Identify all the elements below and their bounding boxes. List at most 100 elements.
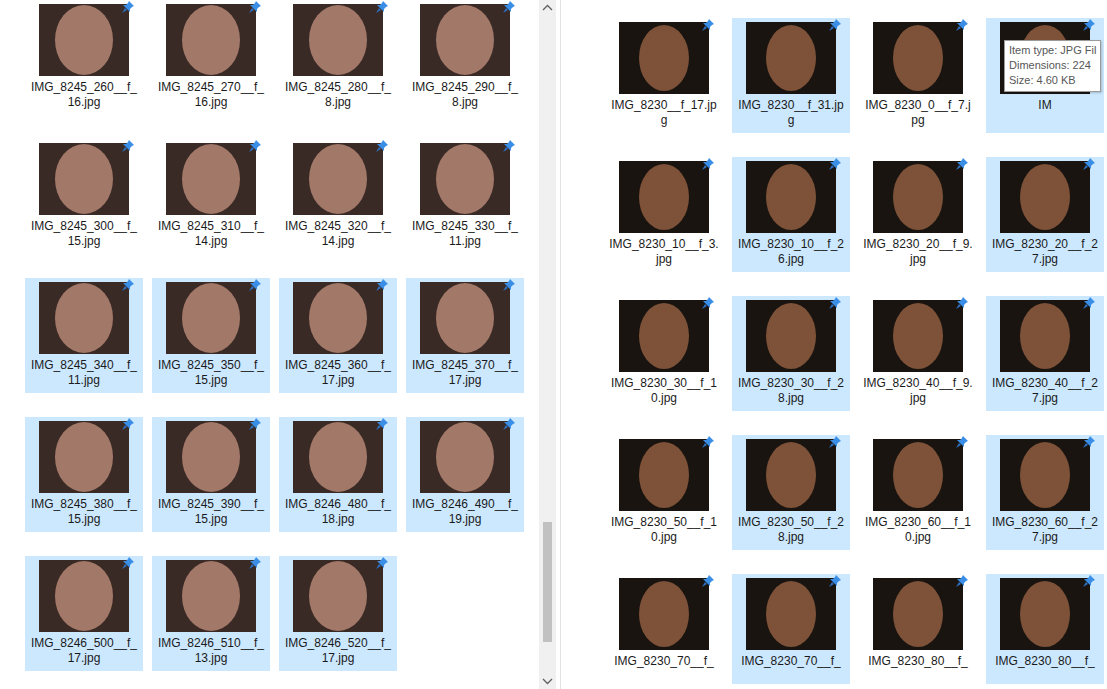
- file-item[interactable]: IMG_8245_280__f_8.jpg: [279, 0, 397, 115]
- pin-icon: [375, 139, 389, 153]
- file-item[interactable]: IMG_8245_300__f_15.jpg: [25, 139, 143, 254]
- pin-icon: [955, 574, 969, 588]
- file-item[interactable]: IMG_8230__f_17.jpg: [605, 18, 723, 133]
- face-photo: [746, 22, 836, 94]
- file-item[interactable]: IMG_8245_350__f_15.jpg: [152, 278, 270, 393]
- file-item[interactable]: IMG_8245_260__f_16.jpg: [25, 0, 143, 115]
- file-item[interactable]: IMG_8245_360__f_17.jpg: [279, 278, 397, 393]
- file-name: IMG_8230_0__f_7.jpg: [863, 98, 973, 128]
- file-item[interactable]: IMG_8230_60__f_27.jpg: [986, 435, 1104, 550]
- file-item[interactable]: IMG_8230_0__f_7.jpg: [859, 18, 977, 133]
- thumbnail: [746, 161, 836, 233]
- file-item[interactable]: IMG_8245_270__f_16.jpg: [152, 0, 270, 115]
- file-item[interactable]: IMG_8230_80__f_: [986, 574, 1104, 684]
- file-name: IMG_8230_70__f_: [736, 654, 846, 669]
- file-item[interactable]: IMG_8230_40__f_9.jpg: [859, 296, 977, 411]
- thumbnail: [873, 22, 963, 94]
- pin-icon: [502, 0, 516, 14]
- thumbnail: [619, 161, 709, 233]
- file-item[interactable]: IMG_8246_510__f_13.jpg: [152, 556, 270, 671]
- file-item[interactable]: IMG_8245_290__f_8.jpg: [406, 0, 524, 115]
- file-item[interactable]: IMG_8246_520__f_17.jpg: [279, 556, 397, 671]
- scroll-thumb[interactable]: [543, 522, 552, 642]
- face-photo: [1000, 439, 1090, 511]
- thumbnail: [39, 560, 129, 632]
- file-item[interactable]: IMG_8230__f_31.jpg: [732, 18, 850, 133]
- file-name: IMG_8230_60__f_27.jpg: [990, 515, 1100, 545]
- file-name: IMG_8230_80__f_: [990, 654, 1100, 669]
- face-photo: [1000, 578, 1090, 650]
- file-grid: IMG_8245_260__f_16.jpgIMG_8245_270__f_16…: [0, 0, 539, 689]
- file-name: IMG_8245_380__f_15.jpg: [29, 497, 139, 527]
- file-item[interactable]: IMG_8245_310__f_14.jpg: [152, 139, 270, 254]
- thumbnail: [39, 4, 129, 76]
- thumbnail: [39, 421, 129, 493]
- file-name: IMG_8245_340__f_11.jpg: [29, 358, 139, 388]
- file-item[interactable]: IMG_8230_20__f_27.jpg: [986, 157, 1104, 272]
- pin-icon: [375, 0, 389, 14]
- file-name: IMG_8245_300__f_15.jpg: [29, 219, 139, 249]
- face-photo: [619, 439, 709, 511]
- thumbnail: [746, 300, 836, 372]
- pin-icon: [248, 139, 262, 153]
- thumbnail: [420, 282, 510, 354]
- file-item[interactable]: IMG_8230_70__f_: [732, 574, 850, 684]
- file-item[interactable]: IMG_8230_30__f_28.jpg: [732, 296, 850, 411]
- file-item[interactable]: IMG_8230_30__f_10.jpg: [605, 296, 723, 411]
- thumbnail: [873, 300, 963, 372]
- pin-icon: [121, 278, 135, 292]
- pin-icon: [701, 18, 715, 32]
- thumbnail: [39, 143, 129, 215]
- screenshot: IMG_8245_260__f_16.jpgIMG_8245_270__f_16…: [0, 0, 1107, 689]
- tooltip-line: Size: 4.60 KB: [1009, 73, 1096, 88]
- face-photo: [166, 560, 256, 632]
- file-item[interactable]: IMG_8245_340__f_11.jpg: [25, 278, 143, 393]
- file-item[interactable]: IMG_8245_390__f_15.jpg: [152, 417, 270, 532]
- file-item[interactable]: IMG_8230_50__f_28.jpg: [732, 435, 850, 550]
- file-item[interactable]: IMG_8245_370__f_17.jpg: [406, 278, 524, 393]
- file-item[interactable]: IMG_8230_10__f_26.jpg: [732, 157, 850, 272]
- file-item[interactable]: IMG_8246_480__f_18.jpg: [279, 417, 397, 532]
- face-photo: [746, 439, 836, 511]
- file-item[interactable]: IMG_8230_70__f_: [605, 574, 723, 684]
- face-photo: [39, 421, 129, 493]
- file-item[interactable]: IMG_8230_80__f_: [859, 574, 977, 684]
- thumbnail: [1000, 161, 1090, 233]
- file-pane: IMG_8245_260__f_16.jpgIMG_8245_270__f_16…: [0, 0, 556, 689]
- file-name: IMG_8230_10__f_26.jpg: [736, 237, 846, 267]
- face-photo: [420, 282, 510, 354]
- file-item[interactable]: IMG_8246_490__f_19.jpg: [406, 417, 524, 532]
- thumbnail: [619, 300, 709, 372]
- file-item[interactable]: IMG_8230_10__f_3.jpg: [605, 157, 723, 272]
- file-name: IMG_8230_40__f_27.jpg: [990, 376, 1100, 406]
- pin-icon: [828, 296, 842, 310]
- file-item[interactable]: IMG_8230_50__f_10.jpg: [605, 435, 723, 550]
- pin-icon: [248, 417, 262, 431]
- file-name: IMG_8245_370__f_17.jpg: [410, 358, 520, 388]
- scroll-up-icon[interactable]: [539, 0, 556, 17]
- file-item[interactable]: IMG_8230_60__f_10.jpg: [859, 435, 977, 550]
- pin-icon: [121, 556, 135, 570]
- tooltip-line: Item type: JPG Fil: [1009, 43, 1096, 58]
- thumbnail: [293, 421, 383, 493]
- file-item[interactable]: IMG_8245_330__f_11.jpg: [406, 139, 524, 254]
- file-item[interactable]: IMG_8230_20__f_9.jpg: [859, 157, 977, 272]
- scroll-down-icon[interactable]: [539, 672, 556, 689]
- face-photo: [166, 143, 256, 215]
- file-name: IMG_8246_510__f_13.jpg: [156, 636, 266, 666]
- face-photo: [619, 578, 709, 650]
- scrollbar[interactable]: [539, 0, 556, 689]
- file-item[interactable]: IMG_8245_320__f_14.jpg: [279, 139, 397, 254]
- file-name: IMG_8230_10__f_3.jpg: [609, 237, 719, 267]
- face-photo: [293, 143, 383, 215]
- face-photo: [1000, 300, 1090, 372]
- thumbnail: [746, 578, 836, 650]
- file-name: IMG_8246_490__f_19.jpg: [410, 497, 520, 527]
- face-photo: [293, 421, 383, 493]
- file-name: IMG_8230_20__f_27.jpg: [990, 237, 1100, 267]
- file-item[interactable]: IMG_8230_40__f_27.jpg: [986, 296, 1104, 411]
- pin-icon: [502, 139, 516, 153]
- file-item[interactable]: IMG_8245_380__f_15.jpg: [25, 417, 143, 532]
- file-item[interactable]: IMG_8246_500__f_17.jpg: [25, 556, 143, 671]
- file-grid: IMG_8230__f_17.jpgIMG_8230__f_31.jpgIMG_…: [561, 0, 1107, 689]
